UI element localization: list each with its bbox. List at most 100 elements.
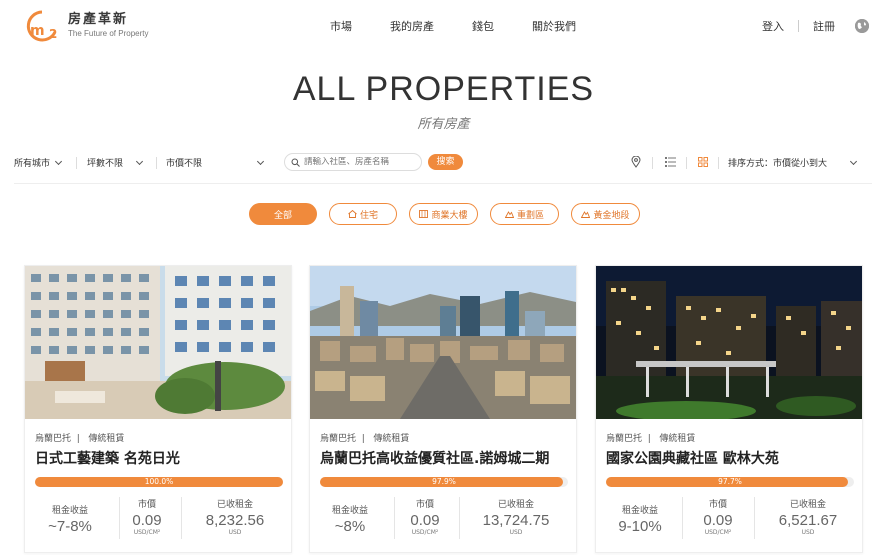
rental-yield-stat: 租金收益 ~7-8% — [25, 503, 115, 535]
city-select[interactable]: 所有城市 — [14, 156, 63, 169]
market-price-stat: 市價 0.09 USD/CM² — [400, 497, 450, 536]
category-label: 黃金地段 — [593, 210, 630, 221]
funding-progress-label: 97.9% — [432, 477, 456, 486]
property-title[interactable]: 日式工藝建築 名苑日光 — [35, 448, 285, 468]
filter-divider — [76, 157, 77, 169]
property-title[interactable]: 烏蘭巴托高收益優質社區.諾姆城二期 — [320, 448, 570, 468]
stat-divider — [459, 497, 460, 539]
property-card[interactable]: 烏蘭巴托 | 傳統租賃 國家公園典藏社區 歐林大苑 97.7% 租金收益 9-1… — [595, 265, 863, 553]
login-link[interactable]: 登入 — [762, 18, 784, 34]
nav-wallet[interactable]: 錢包 — [472, 18, 494, 34]
globe-icon[interactable] — [855, 19, 869, 33]
category-label: 住宅 — [359, 210, 378, 221]
building-icon — [419, 210, 429, 218]
chevron-down-icon — [256, 157, 265, 165]
sort-select[interactable]: 排序方式： 市價從小到大 — [728, 156, 858, 169]
page-title: ALL PROPERTIES — [292, 70, 595, 108]
property-card[interactable]: 烏蘭巴托 | 傳統租賃 烏蘭巴托高收益優質社區.諾姆城二期 97.9% 租金收益… — [309, 265, 577, 553]
property-card[interactable]: 烏蘭巴托 | 傳統租賃 日式工藝建築 名苑日光 100.0% 租金收益 ~7-8… — [24, 265, 292, 553]
meta-divider: | — [644, 434, 657, 444]
chevron-down-icon — [54, 157, 63, 165]
svg-text:m: m — [30, 23, 45, 39]
search-button[interactable]: 搜索 — [428, 154, 463, 170]
house-icon — [348, 210, 357, 218]
stat-divider — [181, 497, 182, 539]
area-select[interactable]: 坪數不限 — [87, 156, 144, 169]
search-input[interactable] — [304, 157, 419, 167]
nav-my-property[interactable]: 我的房產 — [390, 18, 434, 34]
chevron-down-icon — [849, 157, 858, 165]
property-type: 傳統租賃 — [659, 434, 696, 444]
funding-progress-label: 100.0% — [144, 477, 174, 486]
rent-collected-stat: 已收租金 6,521.67 USD — [758, 497, 858, 536]
sort-label: 排序方式： — [728, 159, 774, 169]
meta-divider: | — [73, 434, 86, 444]
category-filter: 全部 住宅 商業大樓 重劃區 黃金地段 — [249, 203, 652, 225]
property-title[interactable]: 國家公園典藏社區 歐林大苑 — [606, 448, 856, 468]
funding-progress-bar: 100.0% — [35, 477, 283, 487]
rent-collected-value: 6,521.67 — [778, 512, 838, 529]
rental-yield-value: ~7-8% — [48, 518, 92, 535]
category-redevelopment-button[interactable]: 重劃區 — [490, 203, 559, 225]
filter-bar: 所有城市 坪數不限 市價不限 搜索 排序方式： 市價從小到大 — [14, 152, 872, 174]
nav-market[interactable]: 市場 — [330, 18, 352, 34]
price-select[interactable]: 市價不限 — [166, 156, 265, 169]
auth-divider — [798, 20, 799, 32]
rental-yield-label: 租金收益 — [621, 506, 658, 516]
filter-divider — [718, 157, 719, 169]
list-view-icon[interactable] — [665, 157, 676, 167]
market-price-value: 0.09 — [410, 512, 440, 529]
market-price-stat: 市價 0.09 USD/CM² — [125, 497, 169, 536]
top-header: m 2 房產革新 The Future of Property 市場 我的房產 … — [0, 0, 887, 52]
brand-logo[interactable]: m 2 房產革新 The Future of Property — [22, 8, 148, 44]
rent-collected-value: 8,232.56 — [205, 512, 265, 529]
stat-divider — [754, 497, 755, 539]
funding-progress-label: 97.7% — [718, 477, 742, 486]
search-icon — [291, 158, 300, 167]
rent-collected-value: 13,724.75 — [482, 512, 550, 529]
stat-divider — [394, 497, 395, 539]
category-commercial-button[interactable]: 商業大樓 — [409, 203, 478, 225]
property-meta: 烏蘭巴托 | 傳統租賃 — [35, 431, 124, 444]
filter-divider-line — [14, 183, 872, 184]
filter-divider — [686, 157, 687, 169]
category-prime-location-button[interactable]: 黃金地段 — [571, 203, 640, 225]
map-pin-icon[interactable] — [631, 156, 641, 168]
filter-divider — [156, 157, 157, 169]
property-meta: 烏蘭巴托 | 傳統租賃 — [606, 431, 695, 444]
auth-links: 登入 註冊 — [762, 18, 869, 34]
rental-yield-value: ~8% — [334, 518, 366, 535]
area-select-value: 坪數不限 — [87, 159, 124, 169]
market-price-unit: USD/CM² — [704, 529, 732, 536]
category-residential-button[interactable]: 住宅 — [329, 203, 397, 225]
grid-view-icon[interactable] — [698, 157, 708, 167]
rent-collected-unit: USD — [801, 529, 815, 536]
brand-title: 房產革新 — [68, 12, 129, 27]
category-label: 商業大樓 — [431, 210, 468, 221]
chevron-down-icon — [135, 157, 144, 165]
market-price-value: 0.09 — [703, 512, 733, 529]
search-box — [284, 153, 422, 171]
nav-about[interactable]: 關於我們 — [532, 18, 576, 34]
market-price-value: 0.09 — [132, 512, 162, 529]
property-stats: 租金收益 9-10% 市價 0.09 USD/CM² 已收租金 6,521.67… — [596, 497, 862, 543]
page-subtitle: 所有房產 — [417, 117, 470, 132]
rental-yield-value: 9-10% — [618, 518, 662, 535]
rental-yield-label: 租金收益 — [51, 506, 88, 516]
category-label: 全部 — [273, 210, 292, 221]
register-link[interactable]: 註冊 — [813, 18, 835, 34]
rental-yield-stat: 租金收益 ~8% — [310, 503, 390, 535]
property-photo[interactable] — [596, 266, 862, 419]
rent-collected-label: 已收租金 — [497, 500, 534, 510]
mountain-icon — [581, 211, 591, 218]
funding-progress-bar: 97.9% — [320, 477, 568, 487]
property-photo[interactable] — [25, 266, 291, 419]
property-city: 烏蘭巴托 — [606, 434, 643, 444]
price-select-value: 市價不限 — [166, 159, 203, 169]
property-stats: 租金收益 ~7-8% 市價 0.09 USD/CM² 已收租金 8,232.56… — [25, 497, 291, 543]
property-type: 傳統租賃 — [373, 434, 410, 444]
market-price-label: 市價 — [137, 500, 156, 510]
rent-collected-unit: USD — [228, 529, 242, 536]
category-all-button[interactable]: 全部 — [249, 203, 317, 225]
property-photo[interactable] — [310, 266, 576, 419]
